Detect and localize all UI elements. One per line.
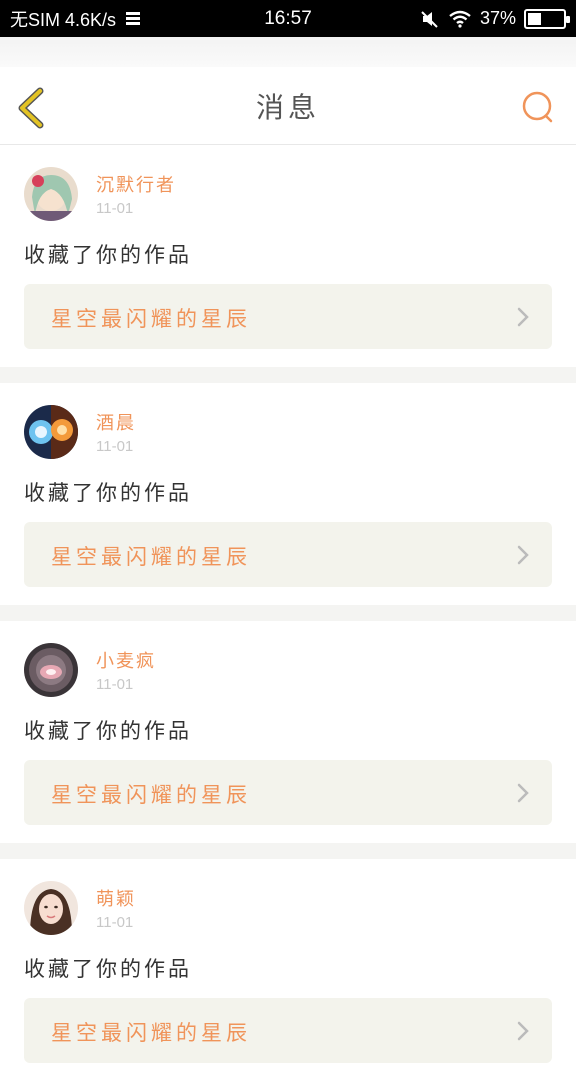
message-card: 萌颖 11-01 收藏了你的作品 星空最闪耀的星辰: [0, 859, 576, 1081]
chevron-right-icon: [517, 307, 529, 327]
action-text: 收藏了你的作品: [24, 481, 192, 505]
sim-storage-icon: [124, 10, 144, 28]
work-link[interactable]: 星空最闪耀的星辰: [24, 998, 552, 1063]
card-divider: [0, 605, 576, 621]
message-date: 11-01: [96, 914, 134, 931]
work-title: 星空最闪耀的星辰: [51, 783, 251, 807]
username[interactable]: 酒晨: [96, 409, 136, 435]
battery-icon: [524, 8, 570, 29]
work-link[interactable]: 星空最闪耀的星辰: [24, 760, 552, 825]
message-card: 小麦疯 11-01 收藏了你的作品 星空最闪耀的星辰: [0, 621, 576, 843]
status-right: 37%: [420, 8, 570, 29]
status-left: 无SIM 4.6K/s: [10, 6, 144, 32]
username[interactable]: 小麦疯: [96, 647, 156, 673]
chevron-right-icon: [517, 1021, 529, 1041]
card-divider: [0, 367, 576, 383]
work-title: 星空最闪耀的星辰: [51, 1021, 251, 1045]
message-list: 沉默行者 11-01 收藏了你的作品 星空最闪耀的星辰 酒晨 11-01 收藏了…: [0, 145, 576, 1081]
chevron-right-icon: [517, 545, 529, 565]
message-date: 11-01: [96, 676, 134, 693]
card-divider: [0, 843, 576, 859]
chevron-right-icon: [517, 783, 529, 803]
status-bar: 无SIM 4.6K/s 16:57 37%: [0, 0, 576, 37]
message-date: 11-01: [96, 200, 134, 217]
back-button[interactable]: [12, 87, 52, 129]
search-button[interactable]: [520, 89, 556, 125]
action-text: 收藏了你的作品: [24, 243, 192, 267]
avatar[interactable]: [24, 643, 78, 697]
battery-fill: [528, 12, 541, 25]
username[interactable]: 沉默行者: [96, 171, 176, 197]
search-icon: [522, 91, 553, 123]
avatar[interactable]: [24, 167, 78, 221]
wifi-icon: [448, 10, 472, 28]
header-spacer: [0, 37, 576, 67]
battery-percent: 37%: [479, 8, 516, 28]
avatar[interactable]: [24, 881, 78, 935]
work-title: 星空最闪耀的星辰: [51, 545, 251, 569]
nav-bar: 消息: [0, 67, 576, 145]
chevron-left-icon: [18, 87, 44, 129]
username[interactable]: 萌颖: [96, 885, 136, 911]
mute-icon: [420, 10, 440, 28]
page-title: 消息: [255, 90, 320, 124]
message-card: 沉默行者 11-01 收藏了你的作品 星空最闪耀的星辰: [0, 145, 576, 367]
work-link[interactable]: 星空最闪耀的星辰: [24, 284, 552, 349]
action-text: 收藏了你的作品: [24, 719, 192, 743]
carrier-speed-text: 无SIM 4.6K/s: [10, 9, 117, 30]
message-date: 11-01: [96, 438, 134, 455]
avatar[interactable]: [24, 405, 78, 459]
work-title: 星空最闪耀的星辰: [51, 307, 251, 331]
action-text: 收藏了你的作品: [24, 957, 192, 981]
work-link[interactable]: 星空最闪耀的星辰: [24, 522, 552, 587]
message-card: 酒晨 11-01 收藏了你的作品 星空最闪耀的星辰: [0, 383, 576, 605]
